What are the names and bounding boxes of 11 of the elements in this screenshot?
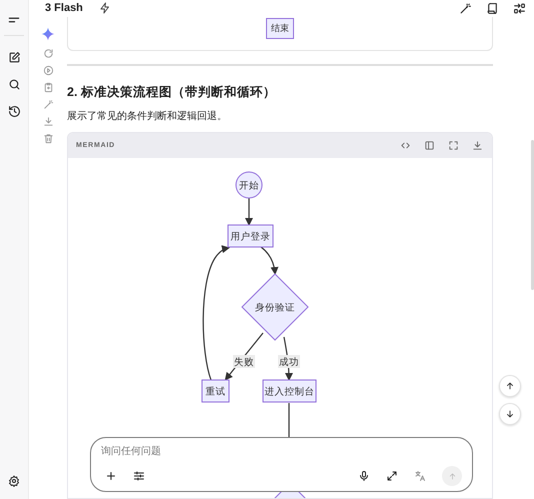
- edge-label: 成功: [278, 355, 300, 368]
- flowchart-node: 进入控制台: [262, 380, 316, 403]
- model-title: 3 Flash: [45, 1, 83, 16]
- section-heading: 2. 标准决策流程图（带判断和循环）: [67, 84, 277, 100]
- flowchart-node: 结束: [266, 18, 294, 39]
- section-description: 展示了常见的条件判断和逻辑回退。: [67, 110, 228, 124]
- flowchart-node: 重试: [202, 380, 230, 403]
- edge-label: 失败: [233, 355, 255, 368]
- flowchart-node: 身份验证: [241, 274, 309, 341]
- flowchart-node: 用户登录: [228, 224, 274, 248]
- flowchart-node: 开始: [236, 172, 262, 199]
